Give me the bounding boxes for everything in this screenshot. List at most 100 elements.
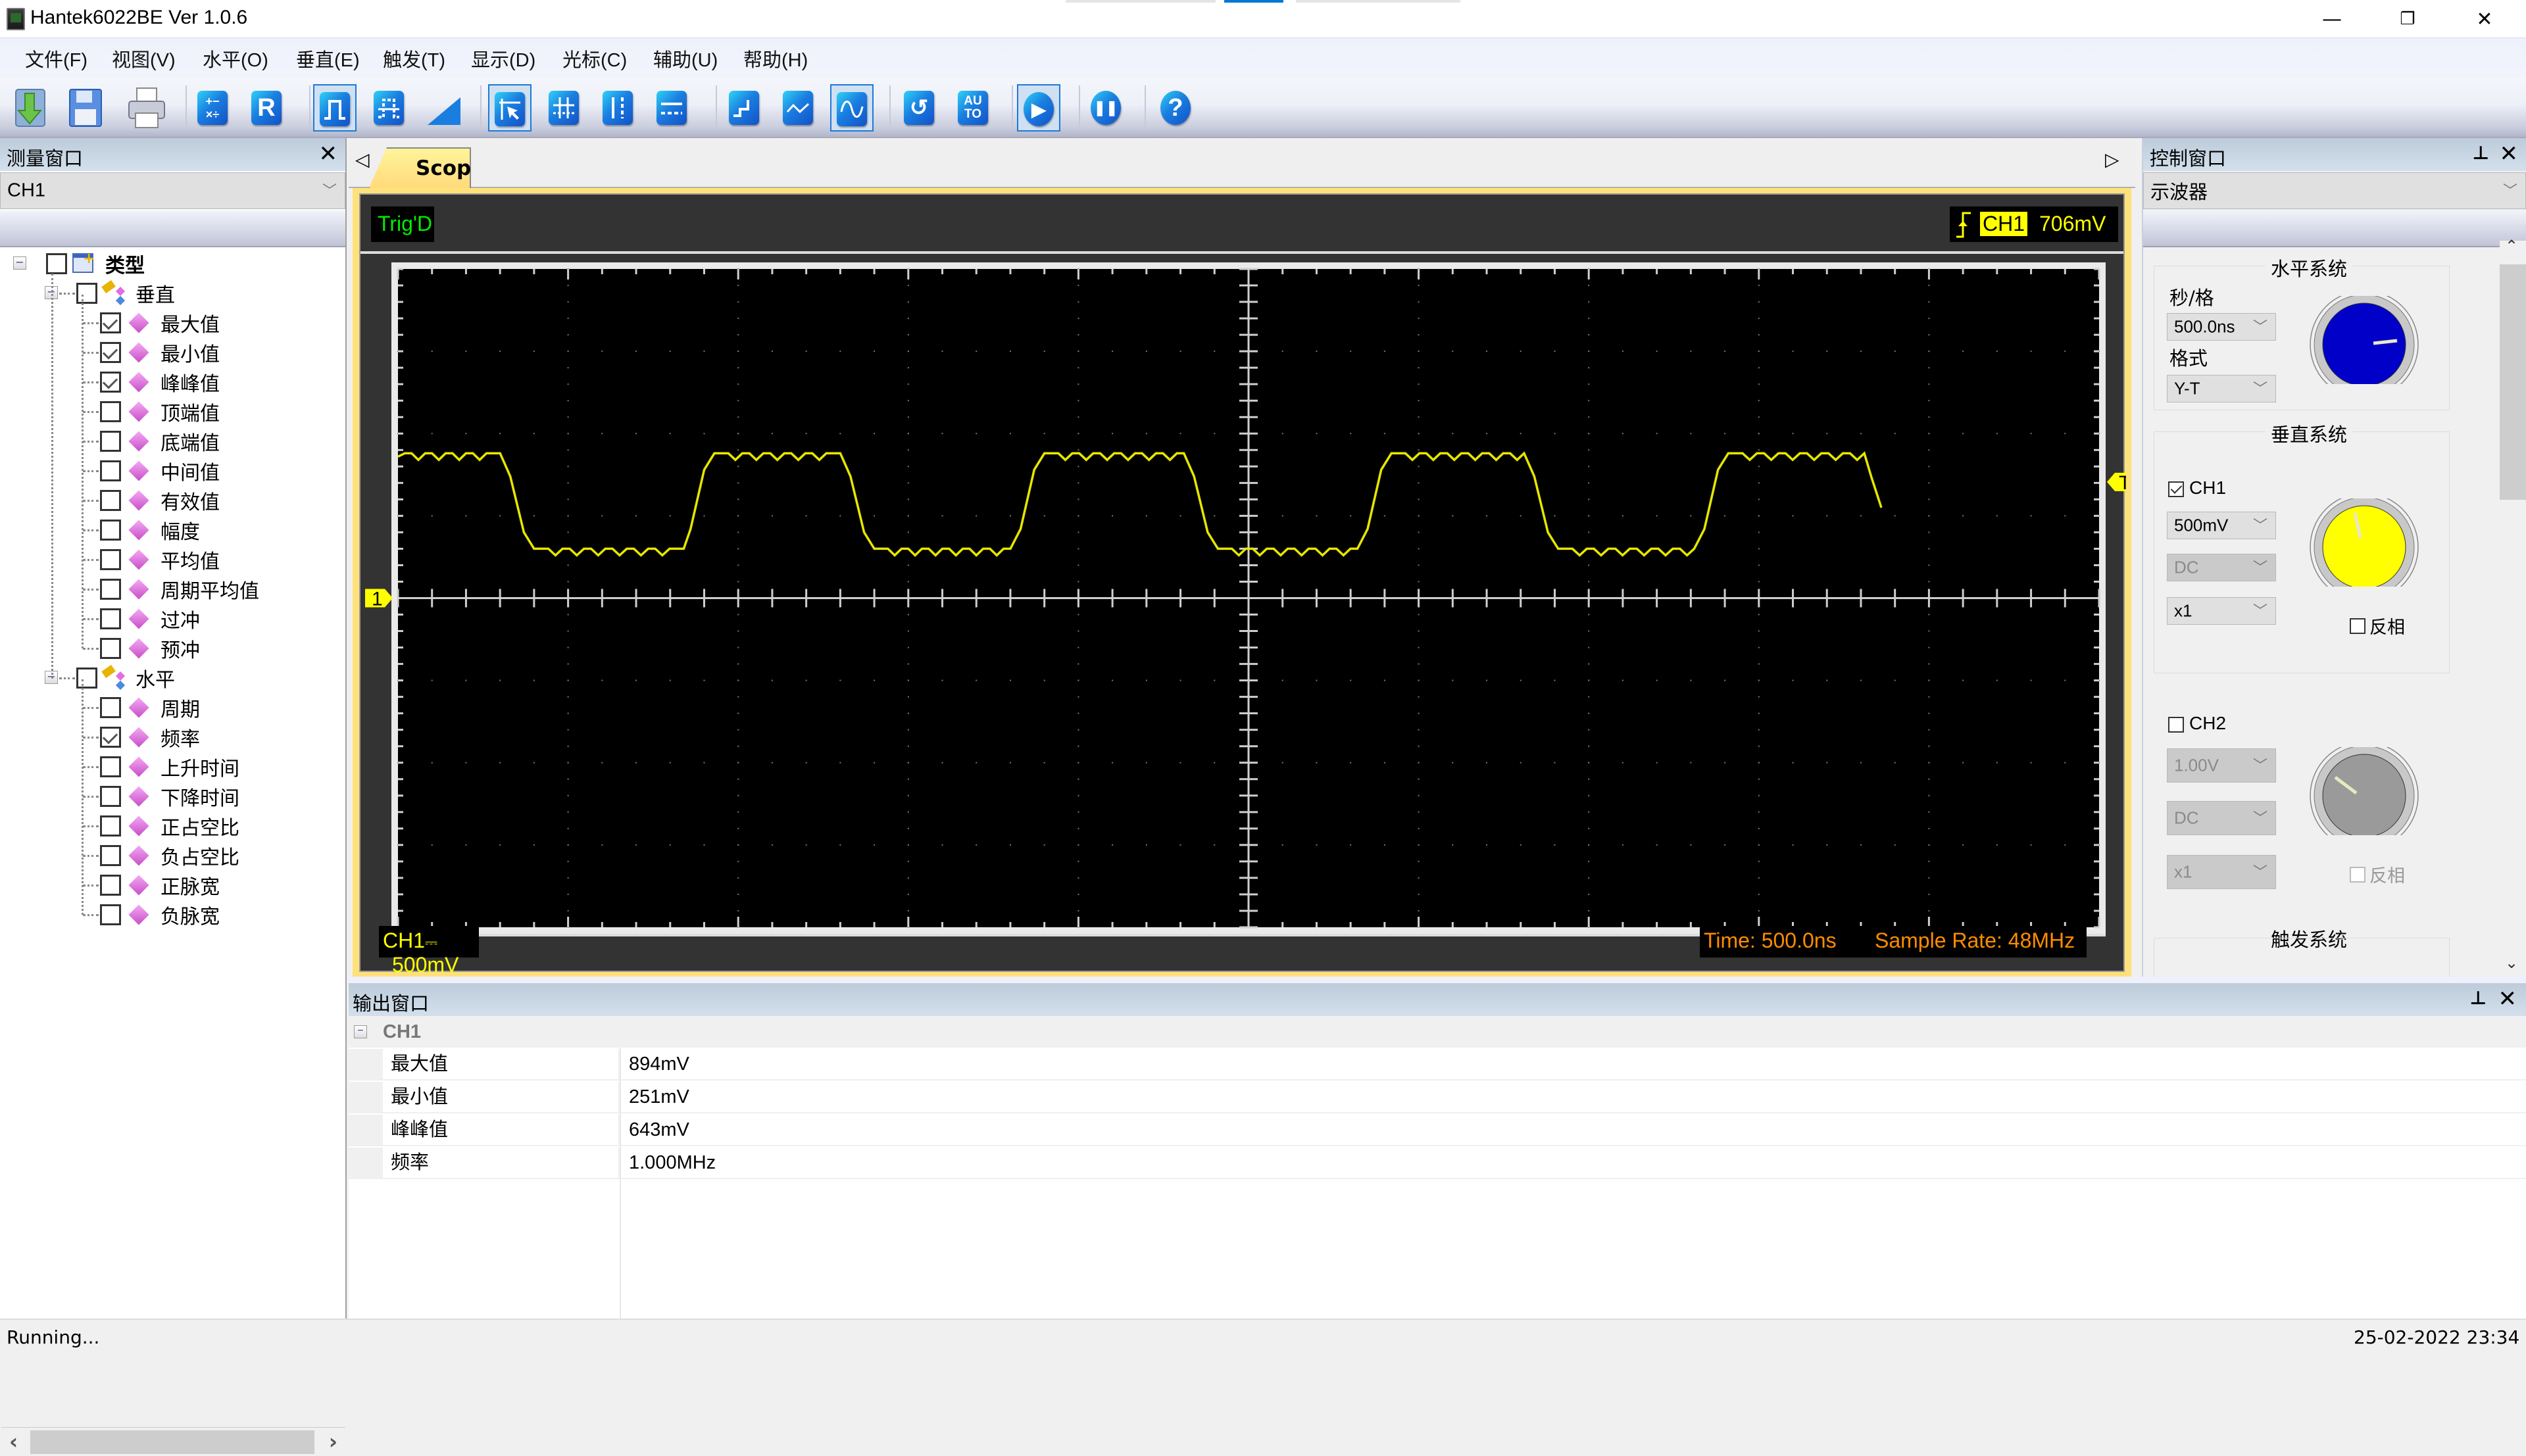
tree-item[interactable]: 幅度 [100,515,200,545]
ch1-volts-knob[interactable] [2308,498,2421,597]
tree-item-checkbox[interactable] [100,341,121,363]
sec-div-select[interactable]: 500.0ns ﹀ [2167,313,2276,341]
tree-item-checkbox[interactable] [100,904,121,925]
ch1-volts-select[interactable]: 500mV ﹀ [2167,512,2276,539]
open-button[interactable] [12,84,55,132]
pin-icon[interactable]: ⊥ [2472,142,2489,164]
control-panel-close-icon[interactable]: ✕ [2500,141,2519,167]
ch2-volts-knob[interactable] [2308,747,2421,846]
ramp-button[interactable] [424,84,467,132]
ch2-probe-select[interactable]: x1 ﹀ [2167,855,2276,889]
collapse-icon[interactable]: − [13,256,26,270]
tree-item-checkbox[interactable] [100,696,121,718]
output-row[interactable]: 最大值 894mV [349,1049,2526,1080]
tree-item-checkbox[interactable] [100,785,121,807]
menu-vertical[interactable]: 垂直(E) [296,45,360,72]
tab-scroll-right-icon[interactable]: ▷ [2105,149,2119,170]
menu-cursor[interactable]: 光标(C) [562,45,627,72]
tree-item-checkbox[interactable] [100,578,121,600]
restore-button[interactable]: ❐ [2371,0,2444,38]
ch2-enable-checkbox[interactable] [2168,717,2184,733]
menu-display[interactable]: 显示(D) [471,45,535,72]
tree-item[interactable]: 周期 [100,692,200,722]
tree-item-checkbox[interactable] [100,874,121,896]
tree-item-checkbox[interactable] [100,756,121,777]
menu-horizontal[interactable]: 水平(O) [203,45,268,72]
help-button[interactable]: ? [1155,84,1199,132]
tree-group-checkbox[interactable] [76,667,97,689]
ch2-coupling-select[interactable]: DC ﹀ [2167,801,2276,835]
mode-select[interactable]: 示波器 ﹀ [2143,172,2526,209]
close-button[interactable]: ✕ [2448,0,2521,38]
tree-item[interactable]: 过冲 [100,604,200,633]
menu-help[interactable]: 帮助(H) [743,45,808,72]
square-wave-button[interactable] [313,84,357,132]
ch1-coupling-select[interactable]: DC ﹀ [2167,554,2276,581]
tree-item[interactable]: 有效值 [100,485,220,515]
tree-item[interactable]: 正占空比 [100,811,239,840]
tree-item[interactable]: 下降时间 [100,781,239,811]
tree-item[interactable]: 上升时间 [100,752,239,781]
tree-item-checkbox[interactable] [100,312,121,333]
output-row[interactable]: 最小值 251mV [349,1082,2526,1113]
horizontal-cursor-button[interactable] [651,84,695,132]
tree-item-checkbox[interactable] [100,548,121,570]
output-group-ch1[interactable]: − CH1 [349,1016,2526,1048]
timebase-knob[interactable] [2308,296,2421,395]
menu-utility[interactable]: 辅助(U) [653,45,718,72]
tree-item[interactable]: 周期平均值 [100,574,259,604]
tree-item[interactable]: 顶端值 [100,397,220,426]
tree-item[interactable]: 负脉宽 [100,900,220,929]
tree-item[interactable]: 预冲 [100,633,200,663]
scroll-right-icon[interactable]: › [329,1429,337,1454]
ch1-enable-checkbox[interactable] [2168,481,2184,497]
math-button[interactable]: +− ×÷ [192,84,235,132]
tree-item[interactable]: 负占空比 [100,840,239,870]
auto-button[interactable]: AU TO [953,84,996,132]
tree-item[interactable]: 底端值 [100,426,220,456]
tree-item[interactable]: 频率 [100,722,200,752]
tree-root-checkbox[interactable] [46,253,67,274]
pin-icon[interactable]: ⊥ [2469,987,2487,1009]
tree-item-checkbox[interactable] [100,844,121,866]
measure-hscrollbar[interactable]: ‹ › [1,1427,345,1456]
output-row[interactable]: 频率 1.000MHz [349,1148,2526,1179]
measure-channel-select[interactable]: CH1 ﹀ [0,172,345,209]
tree-item-checkbox[interactable] [100,460,121,481]
cursor-cross-button[interactable] [488,84,532,132]
tree-item-checkbox[interactable] [100,815,121,837]
tree-item-checkbox[interactable] [100,430,121,452]
vertical-cursor-button[interactable] [597,84,641,132]
tree-group-checkbox[interactable] [76,282,97,304]
tree-item-checkbox[interactable] [100,371,121,393]
tree-root[interactable]: + 类型 [46,249,145,278]
output-panel-close-icon[interactable]: ✕ [2498,986,2517,1012]
tree-item[interactable]: 最大值 [100,308,220,337]
ch2-invert-checkbox[interactable] [2350,867,2365,883]
scroll-down-icon[interactable]: ⌄ [2505,954,2518,972]
scroll-thumb[interactable] [2500,264,2526,500]
linear-interp-button[interactable] [778,84,821,132]
scroll-left-icon[interactable]: ‹ [9,1429,18,1454]
tree-item-checkbox[interactable] [100,519,121,541]
scroll-up-icon[interactable]: ⌃ [2505,237,2518,255]
grid-button[interactable] [543,84,587,132]
measure-panel-close-icon[interactable]: ✕ [319,141,338,167]
tree-item-checkbox[interactable] [100,489,121,511]
run-button[interactable]: ▶ [1017,84,1060,132]
step-interp-button[interactable] [724,84,767,132]
tree-group[interactable]: 水平 [76,663,175,692]
tree-item-checkbox[interactable] [100,726,121,748]
tab-scope[interactable]: Scope [368,147,471,189]
menu-trigger[interactable]: 触发(T) [383,45,445,72]
output-row[interactable]: 峰峰值 643mV [349,1115,2526,1146]
control-vscrollbar[interactable]: ⌃ ⌄ [2500,237,2526,977]
ch1-invert-checkbox[interactable] [2350,618,2365,634]
minimize-button[interactable]: — [2296,0,2368,38]
collapse-icon[interactable]: − [354,1025,367,1038]
print-button[interactable] [125,84,168,132]
tree-item[interactable]: 正脉宽 [100,870,220,900]
menu-view[interactable]: 视图(V) [112,45,176,72]
tree-item[interactable]: 中间值 [100,456,220,485]
tree-item[interactable]: 平均值 [100,545,220,574]
